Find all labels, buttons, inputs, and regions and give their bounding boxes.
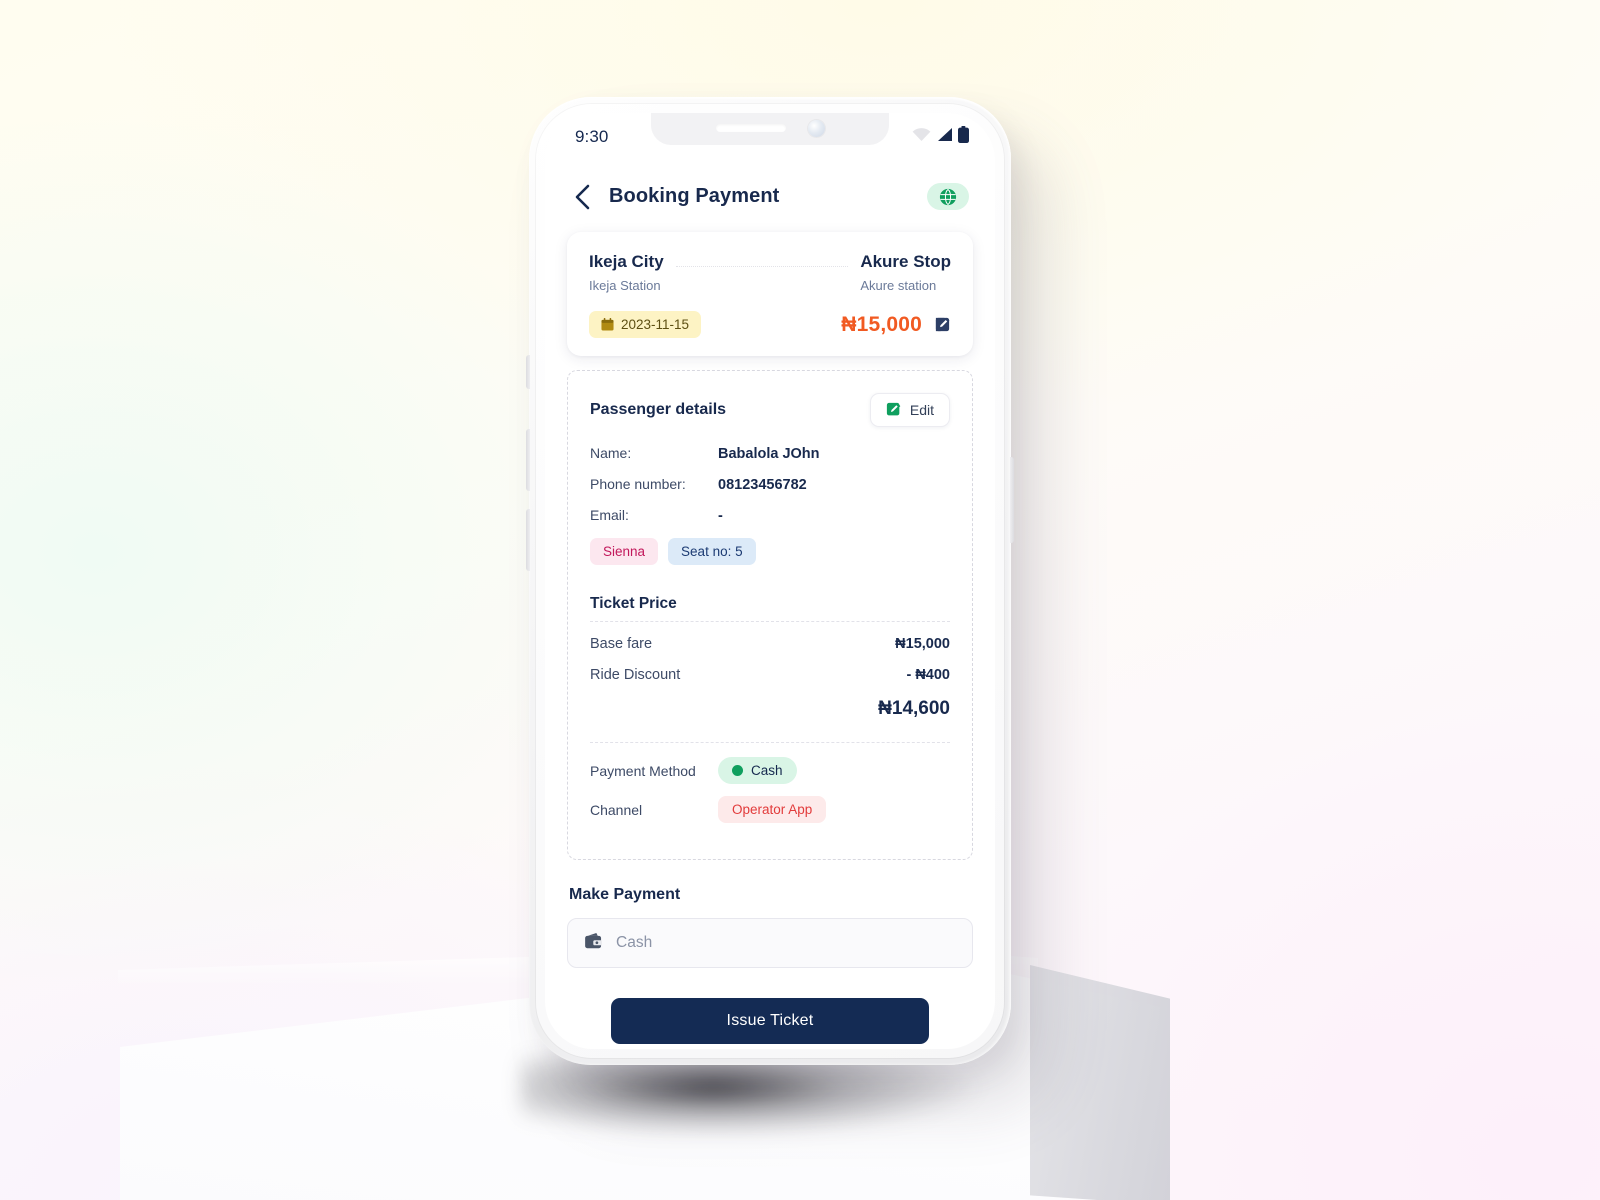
fare-edit-button[interactable] bbox=[934, 316, 951, 333]
base-fare-row: Base fare ₦15,000 bbox=[590, 636, 950, 652]
wifi-icon bbox=[912, 127, 931, 147]
passenger-phone-row: Phone number: 08123456782 bbox=[590, 476, 950, 493]
route-summary-card: Ikeja City Ikeja Station Akure Stop Akur… bbox=[567, 232, 973, 356]
edit-passenger-button[interactable]: Edit bbox=[869, 393, 950, 427]
mute-switch[interactable] bbox=[526, 355, 530, 389]
volume-up-button[interactable] bbox=[526, 429, 530, 491]
ride-discount-row: Ride Discount - ₦400 bbox=[590, 667, 950, 683]
route-dotted-connector bbox=[675, 266, 849, 267]
origin-station: Ikeja Station bbox=[589, 278, 661, 293]
passenger-name-row: Name: Babalola JOhn bbox=[590, 445, 950, 462]
payment-method-badge: Cash bbox=[718, 757, 797, 784]
origin-city: Ikeja City bbox=[589, 252, 664, 271]
status-dot-icon bbox=[732, 765, 743, 776]
route-meta-row: 2023-11-15 ₦15,000 bbox=[589, 311, 951, 338]
price-divider-bottom bbox=[590, 742, 950, 743]
passenger-phone-value: 08123456782 bbox=[718, 477, 807, 493]
passenger-name-value: Babalola JOhn bbox=[718, 446, 820, 462]
destination-station: Akure station bbox=[860, 278, 937, 293]
chevron-left-icon bbox=[575, 184, 589, 209]
ticket-price-title: Ticket Price bbox=[590, 595, 677, 612]
page-title: Booking Payment bbox=[609, 185, 780, 207]
device-notch bbox=[651, 113, 889, 145]
ticket-total-value: ₦14,600 bbox=[878, 698, 950, 719]
payment-method-select[interactable]: Cash bbox=[567, 918, 973, 968]
payment-method-value: Cash bbox=[751, 763, 783, 778]
volume-down-button[interactable] bbox=[526, 509, 530, 571]
origin-block: Ikeja City Ikeja Station bbox=[589, 252, 664, 293]
payment-method-label: Payment Method bbox=[590, 762, 696, 779]
status-bar: 9:30 bbox=[545, 113, 995, 161]
passenger-section-title: Passenger details bbox=[590, 401, 727, 418]
payment-channel-row: Channel Operator App bbox=[590, 796, 950, 823]
phone-device-frame: 9:30 Booking Payment Ikeja City Ikeja St… bbox=[526, 97, 1014, 1065]
power-button[interactable] bbox=[1010, 457, 1014, 543]
edit-square-icon bbox=[935, 317, 950, 332]
pencil-icon bbox=[886, 402, 901, 416]
signal-icon bbox=[936, 127, 953, 147]
back-button[interactable] bbox=[569, 184, 595, 210]
vehicle-type-chip: Sienna bbox=[590, 538, 659, 565]
payment-info-rows: Payment Method Cash Channel Operator App bbox=[590, 757, 950, 823]
payment-channel-label: Channel bbox=[590, 801, 643, 818]
issue-ticket-button[interactable]: Issue Ticket bbox=[611, 998, 929, 1044]
passenger-email-key: Email: bbox=[590, 507, 629, 523]
base-fare-label: Base fare bbox=[590, 636, 653, 652]
globe-icon bbox=[939, 188, 957, 205]
route-endpoints: Ikeja City Ikeja Station Akure Stop Akur… bbox=[589, 252, 951, 293]
payment-method-row: Payment Method Cash bbox=[590, 757, 950, 784]
travel-date-pill[interactable]: 2023-11-15 bbox=[589, 311, 702, 338]
calendar-icon bbox=[601, 318, 614, 331]
ride-discount-value: - ₦400 bbox=[906, 667, 950, 683]
wallet-icon bbox=[584, 931, 604, 955]
status-icons bbox=[912, 126, 969, 148]
front-camera bbox=[807, 119, 825, 137]
battery-icon bbox=[958, 126, 969, 148]
make-payment-title: Make Payment bbox=[569, 886, 681, 903]
destination-block: Akure Stop Akure station bbox=[860, 252, 951, 293]
price-divider-top bbox=[590, 621, 950, 622]
payment-channel-badge: Operator App bbox=[718, 796, 827, 823]
seat-number-chip: Seat no: 5 bbox=[668, 538, 756, 565]
payment-method-select-value: Cash bbox=[616, 934, 653, 951]
ticket-details-card: Passenger details Edit Name: Babalola JO… bbox=[567, 370, 973, 860]
status-time: 9:30 bbox=[575, 127, 609, 146]
ride-discount-label: Ride Discount bbox=[590, 667, 681, 683]
earpiece-speaker bbox=[715, 124, 786, 132]
travel-date-text: 2023-11-15 bbox=[621, 317, 690, 332]
fare-block: ₦15,000 bbox=[841, 313, 951, 337]
passenger-email-value: - bbox=[718, 508, 723, 524]
screen-content: Ikeja City Ikeja Station Akure Stop Akur… bbox=[545, 232, 995, 1044]
device-drop-shadow bbox=[520, 1055, 980, 1135]
passenger-phone-key: Phone number: bbox=[590, 476, 686, 492]
app-header: Booking Payment bbox=[545, 161, 995, 224]
phone-screen: 9:30 Booking Payment Ikeja City Ikeja St… bbox=[545, 113, 995, 1049]
language-globe-button[interactable] bbox=[927, 183, 969, 210]
passenger-section-header: Passenger details Edit bbox=[590, 393, 950, 427]
base-fare-value: ₦15,000 bbox=[895, 636, 950, 652]
destination-city: Akure Stop bbox=[860, 252, 951, 271]
edit-passenger-label: Edit bbox=[909, 402, 934, 418]
passenger-name-key: Name: bbox=[590, 445, 632, 461]
route-fare: ₦15,000 bbox=[841, 312, 922, 336]
passenger-chip-row: Sienna Seat no: 5 bbox=[590, 538, 950, 565]
passenger-email-row: Email: - bbox=[590, 507, 950, 524]
